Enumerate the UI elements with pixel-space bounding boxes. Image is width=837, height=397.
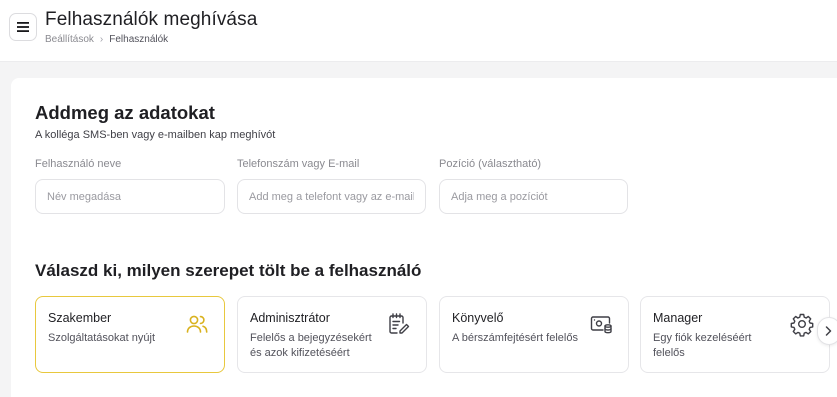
contact-input[interactable] xyxy=(237,179,426,214)
details-subtitle: A kolléga SMS-ben vagy e-mailben kap meg… xyxy=(35,129,276,141)
top-bar: Felhasználók meghívása Beállítások › Fel… xyxy=(0,0,837,62)
role-description: Szolgáltatásokat nyújt xyxy=(48,332,156,344)
breadcrumb: Beállítások › Felhasználók xyxy=(45,34,168,45)
chevron-right-icon: › xyxy=(99,34,104,45)
cash-icon xyxy=(590,316,612,334)
edit-document-icon xyxy=(389,313,410,334)
role-card-administrator[interactable]: Adminisztrátor Felelős a bejegyzésekért … xyxy=(237,296,427,373)
details-title: Addmeg az adatokat xyxy=(35,102,215,123)
role-card-specialist[interactable]: Szakember Szolgáltatásokat nyújt xyxy=(35,296,225,373)
position-input[interactable] xyxy=(439,179,628,214)
role-title: Adminisztrátor xyxy=(250,311,330,325)
gear-icon xyxy=(790,313,814,337)
page-title: Felhasználók meghívása xyxy=(45,9,258,30)
chevron-right-icon xyxy=(825,326,832,336)
role-card-accountant[interactable]: Könyvelő A bérszámfejtésért felelős xyxy=(439,296,629,373)
roles-title: Válaszd ki, milyen szerepet tölt be a fe… xyxy=(35,261,422,280)
role-card-manager[interactable]: Manager Egy fiók kezeléséért felelős xyxy=(640,296,830,373)
role-description: A bérszámfejtésért felelős xyxy=(452,332,578,344)
scroll-right-button[interactable] xyxy=(817,317,837,345)
contact-label: Telefonszám vagy E-mail xyxy=(237,158,360,170)
name-label: Felhasználó neve xyxy=(35,158,122,170)
role-title: Könyvelő xyxy=(452,311,504,325)
users-icon xyxy=(186,315,208,333)
role-description: Egy fiók kezeléséért felelős xyxy=(653,332,752,359)
role-description: Felelős a bejegyzésekért és azok kifizet… xyxy=(250,332,372,359)
role-title: Manager xyxy=(653,311,703,325)
menu-button[interactable] xyxy=(9,13,37,41)
name-input[interactable] xyxy=(35,179,225,214)
role-title: Szakember xyxy=(48,311,112,325)
breadcrumb-item-users: Felhasználók xyxy=(109,34,169,45)
breadcrumb-item-settings[interactable]: Beállítások xyxy=(45,34,94,45)
hamburger-icon xyxy=(17,22,29,32)
position-label: Pozíció (választható) xyxy=(439,158,542,170)
